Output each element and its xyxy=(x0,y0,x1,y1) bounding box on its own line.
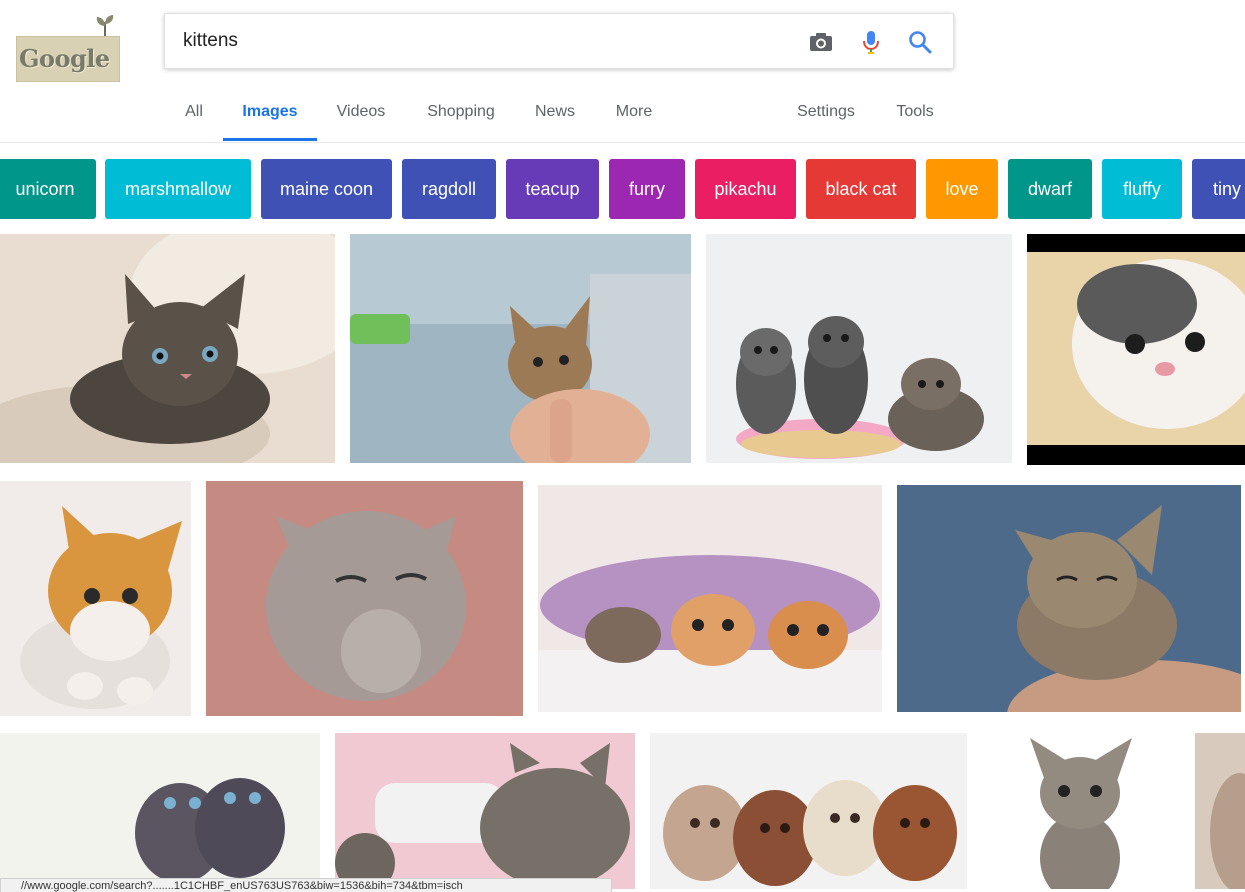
kitten-photo xyxy=(897,485,1241,712)
kitten-photo xyxy=(650,733,967,889)
chip-love[interactable]: love xyxy=(926,159,998,219)
kitten-photo xyxy=(350,234,691,463)
image-result[interactable] xyxy=(350,234,691,463)
kitten-photo xyxy=(1195,733,1245,889)
kitten-photo xyxy=(538,485,882,712)
chip-maine-coon[interactable]: maine coon xyxy=(261,159,392,219)
chip-teacup[interactable]: teacup xyxy=(506,159,599,219)
tab-news[interactable]: News xyxy=(530,100,580,142)
tab-all[interactable]: All xyxy=(184,100,204,142)
image-result[interactable] xyxy=(0,234,335,463)
kitten-photo xyxy=(1027,234,1245,465)
status-bar-url: //www.google.com/search?.......1C1CHBF_e… xyxy=(0,878,612,892)
kitten-photo xyxy=(706,234,1012,463)
tab-images[interactable]: Images xyxy=(233,100,307,142)
image-result[interactable] xyxy=(206,481,523,716)
image-result[interactable] xyxy=(0,733,320,889)
kitten-photo xyxy=(0,234,335,463)
kitten-photo xyxy=(206,481,523,716)
tab-shopping[interactable]: Shopping xyxy=(420,100,502,142)
image-result[interactable] xyxy=(538,485,882,712)
chip-black-cat[interactable]: black cat xyxy=(806,159,916,219)
search-icon[interactable] xyxy=(906,28,934,56)
tab-tools[interactable]: Tools xyxy=(890,100,940,142)
image-result[interactable] xyxy=(897,485,1241,712)
search-box xyxy=(164,13,954,69)
kitten-photo xyxy=(0,481,191,716)
image-result[interactable] xyxy=(1195,733,1245,889)
chip-ragdoll[interactable]: ragdoll xyxy=(402,159,496,219)
google-logo[interactable]: Google xyxy=(16,14,120,82)
image-result[interactable] xyxy=(982,733,1180,889)
tab-more[interactable]: More xyxy=(610,100,658,142)
kitten-photo xyxy=(335,733,635,889)
image-result[interactable] xyxy=(650,733,967,889)
chip-dwarf[interactable]: dwarf xyxy=(1008,159,1092,219)
camera-icon[interactable] xyxy=(807,28,835,56)
image-result[interactable] xyxy=(1027,234,1245,465)
chip-furry[interactable]: furry xyxy=(609,159,685,219)
image-result[interactable] xyxy=(335,733,635,889)
image-result[interactable] xyxy=(0,481,191,716)
chip-tiny[interactable]: tiny xyxy=(1192,159,1245,219)
kitten-photo xyxy=(982,733,1180,889)
image-result[interactable] xyxy=(706,234,1012,463)
logo-text: Google xyxy=(16,36,120,82)
chip-fluffy[interactable]: fluffy xyxy=(1102,159,1182,219)
search-input[interactable] xyxy=(183,14,783,68)
chip-pikachu[interactable]: pikachu xyxy=(695,159,796,219)
chip-marshmallow[interactable]: marshmallow xyxy=(105,159,251,219)
active-tab-indicator xyxy=(223,138,317,141)
microphone-icon[interactable] xyxy=(857,28,885,56)
header-divider xyxy=(0,142,1245,143)
chip-unicorn[interactable]: unicorn xyxy=(0,159,96,219)
kitten-photo xyxy=(0,733,320,889)
tab-videos[interactable]: Videos xyxy=(332,100,390,142)
tab-settings[interactable]: Settings xyxy=(790,100,862,142)
